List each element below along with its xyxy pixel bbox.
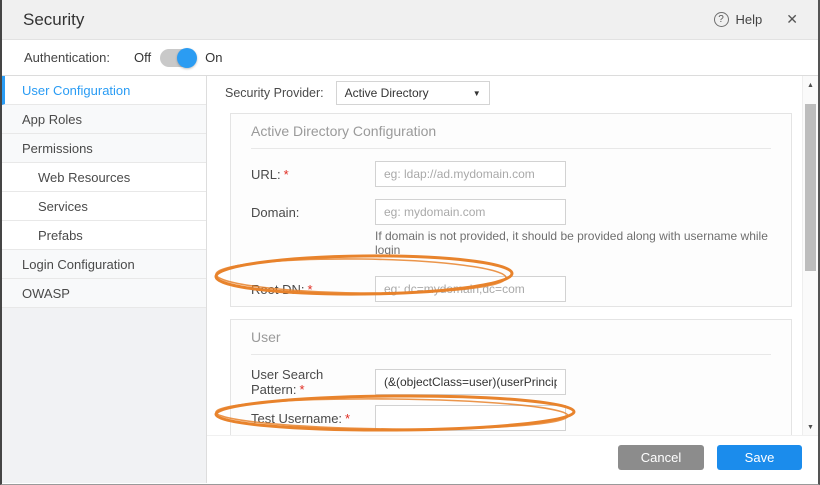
sidebar-item-label: OWASP [22, 286, 70, 301]
footer-buttons: Cancel Save [618, 445, 802, 470]
titlebar-actions: ? Help ✕ [713, 11, 798, 28]
vertical-scrollbar[interactable]: ▲ ▼ [802, 76, 818, 435]
section-title-ad-configuration: Active Directory Configuration [251, 123, 437, 139]
domain-input[interactable] [375, 199, 566, 225]
security-provider-row: Security Provider: Active Directory ▼ [207, 81, 802, 105]
user-search-pattern-row: User Search Pattern: * [251, 367, 771, 397]
domain-label: Domain: [251, 204, 300, 220]
sidebar-item-label: App Roles [22, 112, 82, 127]
url-input[interactable] [375, 161, 566, 187]
scroll-viewport: Security Provider: Active Directory ▼ Ac… [207, 76, 802, 435]
security-provider-value: Active Directory [344, 86, 429, 100]
user-card: User User Search Pattern:* Test Username… [230, 319, 792, 435]
test-username-label: Test Username: * [251, 410, 351, 426]
titlebar: Security ? Help ✕ [2, 0, 818, 40]
section-divider [251, 148, 771, 149]
root-dn-label: Root DN: * [251, 281, 313, 297]
required-marker: * [299, 382, 305, 397]
close-icon[interactable]: ✕ [786, 11, 798, 28]
required-marker: * [345, 410, 351, 426]
chevron-down-icon: ▼ [472, 88, 481, 98]
section-divider [251, 354, 771, 355]
main-area: User Configuration App Roles Permissions… [2, 76, 818, 483]
root-dn-input[interactable] [375, 276, 566, 302]
required-marker: * [283, 166, 289, 182]
sidebar-item-permissions[interactable]: Permissions [2, 134, 206, 163]
sidebar-item-user-configuration[interactable]: User Configuration [2, 76, 206, 105]
authentication-toggle[interactable] [160, 47, 198, 68]
root-dn-field-row: Root DN: * [251, 276, 771, 302]
security-provider-label: Security Provider: [225, 86, 324, 100]
save-button[interactable]: Save [717, 445, 802, 470]
sidebar-item-label: User Configuration [22, 83, 131, 98]
toggle-knob [177, 47, 198, 68]
sidebar-item-label: Login Configuration [22, 257, 135, 272]
sidebar-item-web-resources[interactable]: Web Resources [2, 163, 206, 192]
help-link[interactable]: Help [736, 12, 763, 27]
scroll-down-icon[interactable]: ▼ [803, 424, 818, 431]
domain-help-text: If domain is not provided, it should be … [375, 229, 768, 257]
content-panel: Security Provider: Active Directory ▼ Ac… [207, 76, 818, 483]
toggle-on-label: On [205, 50, 223, 65]
sidebar-item-login-configuration[interactable]: Login Configuration [2, 250, 206, 279]
security-provider-select[interactable]: Active Directory ▼ [335, 81, 490, 105]
security-dialog: Security ? Help ✕ Authentication: Off On… [0, 0, 820, 485]
cancel-button[interactable]: Cancel [618, 445, 704, 470]
scrollbar-thumb[interactable] [805, 104, 816, 271]
scroll-up-icon[interactable]: ▲ [803, 82, 818, 89]
footer-bar: Cancel Save [207, 435, 818, 483]
sidebar-item-app-roles[interactable]: App Roles [2, 105, 206, 134]
sidebar-item-owasp[interactable]: OWASP [2, 279, 206, 308]
sidebar-item-label: Web Resources [38, 170, 131, 185]
test-username-input[interactable] [375, 405, 566, 431]
url-label: URL: * [251, 166, 289, 182]
user-search-pattern-input[interactable] [375, 369, 566, 395]
sidebar-item-services[interactable]: Services [2, 192, 206, 221]
sidebar-item-prefabs[interactable]: Prefabs [2, 221, 206, 250]
section-title-user: User [251, 329, 281, 345]
required-marker: * [307, 281, 313, 297]
test-username-row: Test Username: * [251, 405, 771, 431]
authentication-label: Authentication: [24, 50, 111, 65]
page-title: Security [23, 9, 85, 29]
authentication-bar: Authentication: Off On [2, 40, 818, 76]
url-field-row: URL: * [251, 161, 771, 187]
domain-field-row: Domain: [251, 199, 771, 225]
user-search-pattern-label: User Search Pattern: * [251, 367, 324, 397]
sidebar-item-label: Prefabs [38, 228, 83, 243]
sidebar-item-label: Permissions [22, 141, 93, 156]
help-icon[interactable]: ? [713, 12, 729, 27]
toggle-off-label: Off [134, 50, 152, 65]
sidebar-item-label: Services [38, 199, 88, 214]
active-directory-configuration-card: Active Directory Configuration URL:* Dom… [230, 113, 792, 307]
sidebar: User Configuration App Roles Permissions… [2, 76, 207, 483]
